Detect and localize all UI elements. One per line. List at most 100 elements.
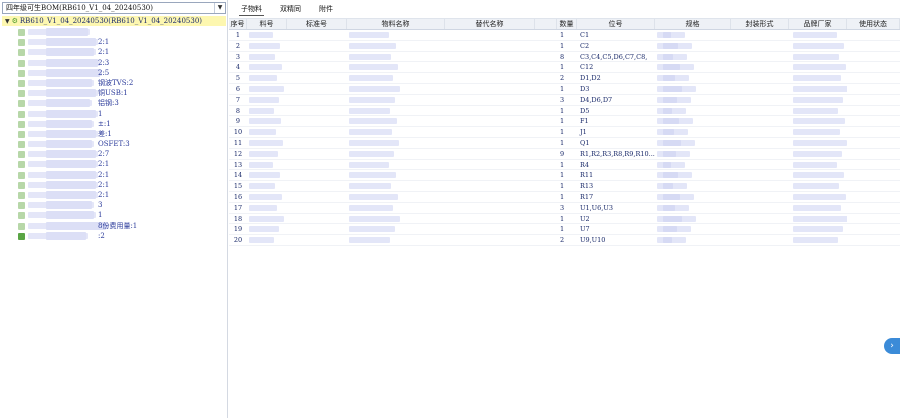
part-icon xyxy=(18,49,25,57)
tree-item[interactable]: :2 xyxy=(18,231,224,241)
table-row[interactable]: 11 1 Q1 xyxy=(229,138,900,149)
column-header[interactable]: 序号 xyxy=(229,19,247,29)
tree-item[interactable]: 1 xyxy=(18,109,224,119)
tree-item[interactable]: 2:1 xyxy=(18,159,224,169)
table-row[interactable]: 6 1 D3 xyxy=(229,84,900,95)
table-row[interactable]: 8 1 D5 xyxy=(229,106,900,117)
table-cell: 1 xyxy=(560,128,565,137)
table-row[interactable]: 19 1 U7 xyxy=(229,224,900,236)
table-cell xyxy=(287,95,347,105)
table-cell: 8 xyxy=(235,106,241,115)
tree-item-label: 2:3 xyxy=(98,58,110,67)
tree-item[interactable]: 2:3 xyxy=(18,58,224,68)
table-cell xyxy=(847,106,900,116)
part-icon xyxy=(18,202,25,210)
column-header[interactable]: 品牌厂家 xyxy=(789,19,847,29)
tree-item[interactable]: 2:7 xyxy=(18,149,224,159)
tree-item[interactable]: 2:1 xyxy=(18,190,224,200)
column-header[interactable]: 数量 xyxy=(557,19,577,29)
column-header[interactable]: 位号 xyxy=(577,19,655,29)
redacted-text xyxy=(793,129,840,136)
redacted-text xyxy=(249,139,283,146)
table-cell xyxy=(731,214,789,224)
table-row[interactable]: 13 1 R4 xyxy=(229,160,900,171)
redacted-text xyxy=(663,161,671,168)
collapse-triangle-icon[interactable]: ▼ xyxy=(5,18,10,25)
table-row[interactable]: 15 1 R13 xyxy=(229,181,900,192)
table-cell xyxy=(445,62,535,72)
redacted-text xyxy=(349,42,396,49)
tree-item[interactable]: 2:5 xyxy=(18,68,224,78)
redacted-text xyxy=(349,193,398,200)
redacted-text xyxy=(793,215,847,222)
tree-item[interactable]: 2:1 xyxy=(18,37,224,47)
column-header[interactable]: 料号 xyxy=(247,19,287,29)
table-row[interactable]: 20 2 U9,U10 xyxy=(229,235,900,246)
part-icon xyxy=(18,120,25,128)
table-row[interactable]: 7 3 D4,D6,D7 xyxy=(229,95,900,106)
table-cell: R17 xyxy=(580,192,594,201)
table-cell xyxy=(445,52,535,62)
table-row[interactable]: 4 1 C12 xyxy=(229,62,900,74)
redacted-text xyxy=(793,53,839,60)
table-cell xyxy=(287,73,347,83)
table-cell xyxy=(535,149,557,159)
tree-item-label: 2:1 xyxy=(98,48,110,57)
table-cell xyxy=(731,149,789,159)
table-cell xyxy=(789,224,847,234)
table-row[interactable]: 3 8 C3,C4,C5,D6,C7,C8, xyxy=(229,52,900,63)
column-header[interactable]: 物料名称 xyxy=(347,19,445,29)
tree-item[interactable]: 8份费用量:1 xyxy=(18,221,224,231)
redacted-text xyxy=(793,226,843,233)
tree-item[interactable]: 3 xyxy=(18,200,224,210)
table-row[interactable]: 17 3 U1,U6,U3 xyxy=(229,203,900,214)
tree-item[interactable]: OSFET:3 xyxy=(18,139,224,149)
tree-item[interactable]: 2:1 xyxy=(18,170,224,180)
column-header[interactable]: 标准号 xyxy=(287,19,347,29)
tree-item[interactable] xyxy=(18,27,224,37)
column-header[interactable] xyxy=(535,19,557,29)
column-header[interactable]: 封装形式 xyxy=(731,19,789,29)
table-row[interactable]: 5 2 D1,D2 xyxy=(229,73,900,84)
tree-item[interactable]: 铝钢:3 xyxy=(18,98,224,108)
column-header[interactable]: 替代名称 xyxy=(445,19,535,29)
redacted-text xyxy=(663,237,672,244)
table-cell xyxy=(347,95,445,105)
redacted-text xyxy=(349,215,400,222)
tab-0[interactable]: 子物料 xyxy=(239,4,264,16)
table-row[interactable]: 14 1 R11 xyxy=(229,170,900,182)
column-header[interactable]: 规格 xyxy=(655,19,731,29)
part-icon xyxy=(18,151,25,159)
tree-root-node[interactable]: ▼ ⚙ RB610_V1_04_20240530(RB610_V1_04_20240… xyxy=(2,16,226,26)
tab-1[interactable]: 双精同 xyxy=(278,4,303,16)
table-row[interactable]: 16 1 R17 xyxy=(229,192,900,203)
table-cell xyxy=(247,73,287,83)
table-row[interactable]: 18 1 U2 xyxy=(229,214,900,225)
chevron-down-icon[interactable]: ▼ xyxy=(214,3,225,13)
table-cell xyxy=(347,170,445,180)
table-cell xyxy=(847,235,900,245)
tree-item[interactable]: ±:1 xyxy=(18,119,224,129)
tree-item[interactable]: 2:1 xyxy=(18,47,224,57)
tree-item[interactable]: 铜USB:1 xyxy=(18,88,224,98)
bom-select[interactable]: 四年级可生BOM(RB610_V1_04_20240530) ▼ xyxy=(2,2,226,14)
table-cell xyxy=(535,203,557,213)
table-cell xyxy=(347,235,445,245)
redacted-text xyxy=(46,89,96,98)
table-cell: 1 xyxy=(235,31,241,39)
column-header[interactable]: 使用状态 xyxy=(847,19,900,29)
tree-item[interactable]: 钢波TVS:2 xyxy=(18,78,224,88)
tab-2[interactable]: 附件 xyxy=(317,4,335,16)
table-cell xyxy=(847,160,900,170)
tree-item[interactable]: 差:1 xyxy=(18,129,224,139)
tree-item[interactable]: 1 xyxy=(18,210,224,220)
tree-item[interactable]: 2:1 xyxy=(18,180,224,190)
table-row[interactable]: 2 1 C2 xyxy=(229,41,900,52)
table-row[interactable]: 12 9 R1,R2,R3,R8,R9,R10... xyxy=(229,149,900,160)
table-cell xyxy=(789,127,847,137)
table-row[interactable]: 1 1 C1 xyxy=(229,30,900,41)
table-row[interactable]: 10 1 J1 xyxy=(229,127,900,138)
table-row[interactable]: 9 1 F1 xyxy=(229,116,900,128)
table-cell xyxy=(347,73,445,83)
expand-panel-button[interactable]: › xyxy=(884,338,900,354)
